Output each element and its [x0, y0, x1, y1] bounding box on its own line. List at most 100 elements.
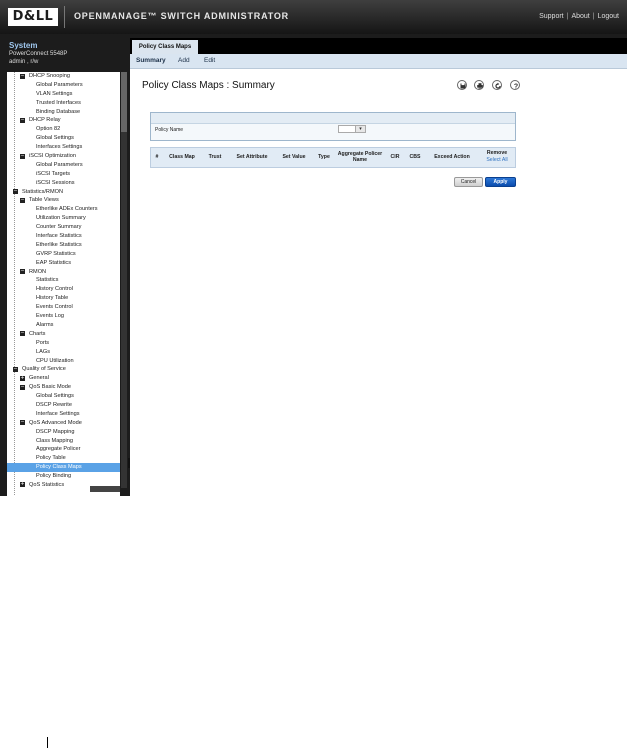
tree-item[interactable]: iSCSI Sessions [7, 179, 120, 188]
policy-name-select[interactable]: ▾ [338, 125, 366, 133]
expand-icon[interactable]: + [20, 482, 25, 488]
column-header-remove: Remove Select All [479, 148, 515, 167]
tree-item[interactable]: Aggregate Policer [7, 445, 120, 454]
collapse-icon[interactable]: − [20, 384, 25, 390]
tree-item-label: Charts [29, 330, 46, 337]
header-links: Support | About | Logout [539, 13, 619, 20]
tree-item[interactable]: − Charts [7, 330, 120, 339]
tree-item[interactable]: LAGs [7, 348, 120, 357]
tree-item-label: DHCP Relay [29, 117, 61, 124]
tree-item[interactable]: − DHCP Snooping [7, 72, 120, 81]
expand-icon[interactable]: + [20, 375, 25, 381]
logout-link[interactable]: Logout [598, 13, 619, 20]
tree-item[interactable]: VLAN Settings [7, 90, 120, 99]
tree-item[interactable]: EAP Statistics [7, 259, 120, 268]
sidebar: System PowerConnect 5548P admin , r/w − D… [6, 38, 130, 496]
tree-item-label: Statistics [36, 277, 59, 284]
tree-item[interactable]: Counter Summary [7, 223, 120, 232]
tree-item[interactable]: − QoS Basic Mode [7, 383, 120, 392]
collapse-icon[interactable]: − [20, 153, 25, 159]
support-link[interactable]: Support [539, 13, 564, 20]
tree-item[interactable]: CPU Utilization [7, 357, 120, 366]
column-header-set-value: Set Value [282, 153, 306, 160]
filter-panel: Policy Name ▾ [150, 112, 516, 141]
tree-item[interactable]: − RMON [7, 268, 120, 277]
tree-item[interactable]: Etherlike Statistics [7, 241, 120, 250]
tree-item[interactable]: GVRP Statistics [7, 250, 120, 259]
tree-item[interactable]: − QoS Advanced Mode [7, 419, 120, 428]
save-icon[interactable] [457, 80, 467, 90]
system-title[interactable]: System [9, 41, 37, 50]
tree-item[interactable]: Binding Database [7, 108, 120, 117]
tree-item[interactable]: Global Parameters [7, 161, 120, 170]
tree-item[interactable]: − iSCSI Optimization [7, 152, 120, 161]
collapse-icon[interactable]: − [20, 269, 25, 275]
tree-item[interactable]: Interface Statistics [7, 232, 120, 241]
tree-item[interactable]: DSCP Rewrite [7, 401, 120, 410]
tree-item[interactable]: Alarms [7, 321, 120, 330]
header-divider [64, 6, 65, 28]
link-separator: | [592, 13, 595, 20]
tree-item[interactable]: iSCSI Targets [7, 170, 120, 179]
tree-items: − DHCP Snooping Global Parameters VLAN Sett… [7, 72, 120, 490]
collapse-icon[interactable]: − [13, 366, 18, 372]
about-link[interactable]: About [571, 13, 589, 20]
tree-item[interactable]: Utilization Summary [7, 214, 120, 223]
tree-item[interactable]: Trusted Interfaces [7, 99, 120, 108]
cancel-button[interactable]: Cancel [454, 177, 483, 187]
tree-item[interactable]: Interfaces Settings [7, 143, 120, 152]
nav-summary[interactable]: Summary [136, 57, 166, 64]
sidebar-scrollbar[interactable] [121, 72, 127, 488]
tree-item[interactable]: DSCP Mapping [7, 428, 120, 437]
sidebar-bottom-tab [90, 486, 120, 492]
collapse-icon[interactable]: − [20, 73, 25, 79]
tree-item-label: Events Control [36, 304, 73, 311]
nav-edit[interactable]: Edit [204, 57, 215, 64]
tree-item[interactable]: − Statistics/RMON [7, 188, 120, 197]
nav-add[interactable]: Add [178, 57, 190, 64]
collapse-icon[interactable]: − [20, 117, 25, 123]
tree-item-label: Policy Class Maps [36, 464, 82, 471]
tree-item[interactable]: − Quality of Service [7, 365, 120, 374]
tree-item-label: QoS Statistics [29, 481, 65, 488]
column-header-set-attribute: Set Attribute [236, 153, 268, 160]
tree-item-label: GVRP Statistics [36, 250, 76, 257]
tree-item[interactable]: Class Mapping [7, 437, 120, 446]
print-icon[interactable] [474, 80, 484, 90]
collapse-icon[interactable]: − [13, 189, 18, 195]
tree-item[interactable]: Statistics [7, 276, 120, 285]
apply-button[interactable]: Apply [485, 177, 516, 187]
tree-item[interactable]: History Table [7, 294, 120, 303]
tree-item[interactable]: Policy Table [7, 454, 120, 463]
collapse-icon[interactable]: − [20, 420, 25, 426]
tree-item-label: Utilization Summary [36, 215, 86, 222]
tree-item-label: Aggregate Policer [36, 446, 81, 453]
tree-item[interactable]: Events Control [7, 303, 120, 312]
tree-item[interactable]: Global Settings [7, 134, 120, 143]
tree-item[interactable]: Global Parameters [7, 81, 120, 90]
tab-policy-class-maps[interactable]: Policy Class Maps [132, 40, 198, 54]
tree-item[interactable]: − Table Views [7, 196, 120, 205]
tree-item[interactable]: + General [7, 374, 120, 383]
tree-item-selected[interactable]: Policy Class Maps [7, 463, 120, 473]
tree-item[interactable]: Policy Binding [7, 472, 120, 481]
collapse-icon[interactable]: − [20, 197, 25, 203]
tree-item[interactable]: Interface Settings [7, 410, 120, 419]
tree-item[interactable]: Etherlike ADEx Counters [7, 205, 120, 214]
tree-item-label: Interfaces Settings [36, 144, 83, 151]
chevron-down-icon[interactable]: ▾ [355, 126, 365, 132]
tree-item[interactable]: Global Settings [7, 392, 120, 401]
tree-item-label: Quality of Service [22, 366, 66, 373]
tree-item[interactable]: − DHCP Relay [7, 116, 120, 125]
select-all-link[interactable]: Select All [486, 157, 507, 164]
help-icon[interactable]: ? [510, 80, 520, 90]
tree-item[interactable]: Ports [7, 339, 120, 348]
collapse-icon[interactable]: − [20, 331, 25, 337]
tree-item[interactable]: Events Log [7, 312, 120, 321]
tree-item[interactable]: Option 82 [7, 125, 120, 134]
tree-item-label: Global Settings [36, 393, 74, 400]
scrollbar-thumb[interactable] [121, 72, 127, 132]
tree-item-label: CPU Utilization [36, 357, 74, 364]
refresh-icon[interactable] [492, 80, 502, 90]
tree-item[interactable]: History Control [7, 285, 120, 294]
